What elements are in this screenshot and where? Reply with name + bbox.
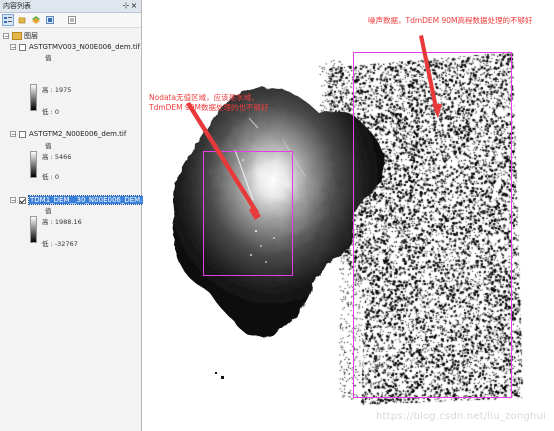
layer-visibility-checkbox[interactable] — [19, 196, 26, 204]
list-by-drawing-order-icon — [4, 17, 12, 23]
legend-value-heading: 值 — [45, 207, 52, 215]
layers-root[interactable]: − 图层 — [3, 31, 38, 41]
close-icon[interactable]: × — [130, 2, 138, 10]
legend-value-heading: 值 — [45, 142, 52, 150]
layer-visibility-checkbox[interactable] — [19, 43, 26, 51]
list-by-selection-button[interactable] — [44, 14, 56, 26]
collapse-icon[interactable]: − — [10, 44, 16, 51]
collapse-icon[interactable]: − — [10, 131, 16, 138]
legend-high-value: 高 : 1988.16 — [42, 218, 82, 226]
layer-name: TDM1_DEM__30_N00E006_DEM.tif — [28, 195, 152, 205]
legend-low-value: 低 : 0 — [42, 173, 59, 181]
color-ramp — [30, 84, 37, 111]
legend-high-value: 高 : 1975 — [42, 86, 72, 94]
layers-root-label: 图层 — [24, 32, 38, 40]
legend-low-value: 低 : -32767 — [42, 240, 78, 248]
noise-highlight-box — [353, 52, 512, 398]
list-by-source-button[interactable] — [16, 14, 28, 26]
toc-title-bar: 内容列表 ⊹ × — [0, 0, 141, 13]
color-ramp — [30, 151, 37, 178]
options-button[interactable] — [66, 14, 78, 26]
nodata-annotation-line2: TdmDEM 90M数据处理的也不够好 — [149, 103, 269, 112]
collapse-icon[interactable]: − — [10, 197, 16, 204]
list-by-visibility-button[interactable] — [30, 14, 42, 26]
layer-item-astgtmv003[interactable]: − ASTGTMV003_N00E006_dem.tif — [10, 42, 140, 52]
layer-name: ASTGTMV003_N00E006_dem.tif — [29, 43, 141, 51]
nodata-highlight-box — [203, 151, 293, 276]
table-of-contents-panel: 内容列表 ⊹ × − 图层 − ASTGTMV003_N00E006_dem.t… — [0, 0, 152, 431]
toc-title: 内容列表 — [3, 2, 31, 10]
collapse-icon[interactable]: − — [3, 33, 9, 40]
list-by-drawing-order-button[interactable] — [2, 14, 14, 26]
watermark: https://blog.csdn.net/liu_zonghui — [376, 411, 546, 422]
pin-icon[interactable]: ⊹ — [122, 2, 130, 10]
toc-toolbar — [0, 13, 141, 28]
map-view[interactable]: 噪声数据，TdmDEM 90M高程数据处理的不够好 Nodata无值区域，应该是… — [143, 0, 554, 431]
legend-value-heading: 值 — [45, 54, 52, 62]
layer-item-tdm1-dem[interactable]: − TDM1_DEM__30_N00E006_DEM.tif — [10, 195, 152, 205]
color-ramp — [30, 216, 37, 243]
layers-folder-icon — [12, 32, 22, 40]
list-by-visibility-icon — [32, 16, 40, 24]
layer-name: ASTGTM2_N00E006_dem.tif — [29, 130, 127, 138]
legend-high-value: 高 : 5466 — [42, 153, 72, 161]
noise-annotation: 噪声数据，TdmDEM 90M高程数据处理的不够好 — [368, 16, 533, 25]
list-by-source-icon — [18, 17, 26, 24]
options-icon — [68, 16, 76, 24]
layer-visibility-checkbox[interactable] — [19, 130, 26, 138]
list-by-selection-icon — [46, 16, 54, 24]
nodata-annotation-line1: Nodata无值区域，应该是水域， — [149, 93, 259, 102]
legend-low-value: 低 : 0 — [42, 108, 59, 116]
layer-item-astgtm2[interactable]: − ASTGTM2_N00E006_dem.tif — [10, 129, 126, 139]
